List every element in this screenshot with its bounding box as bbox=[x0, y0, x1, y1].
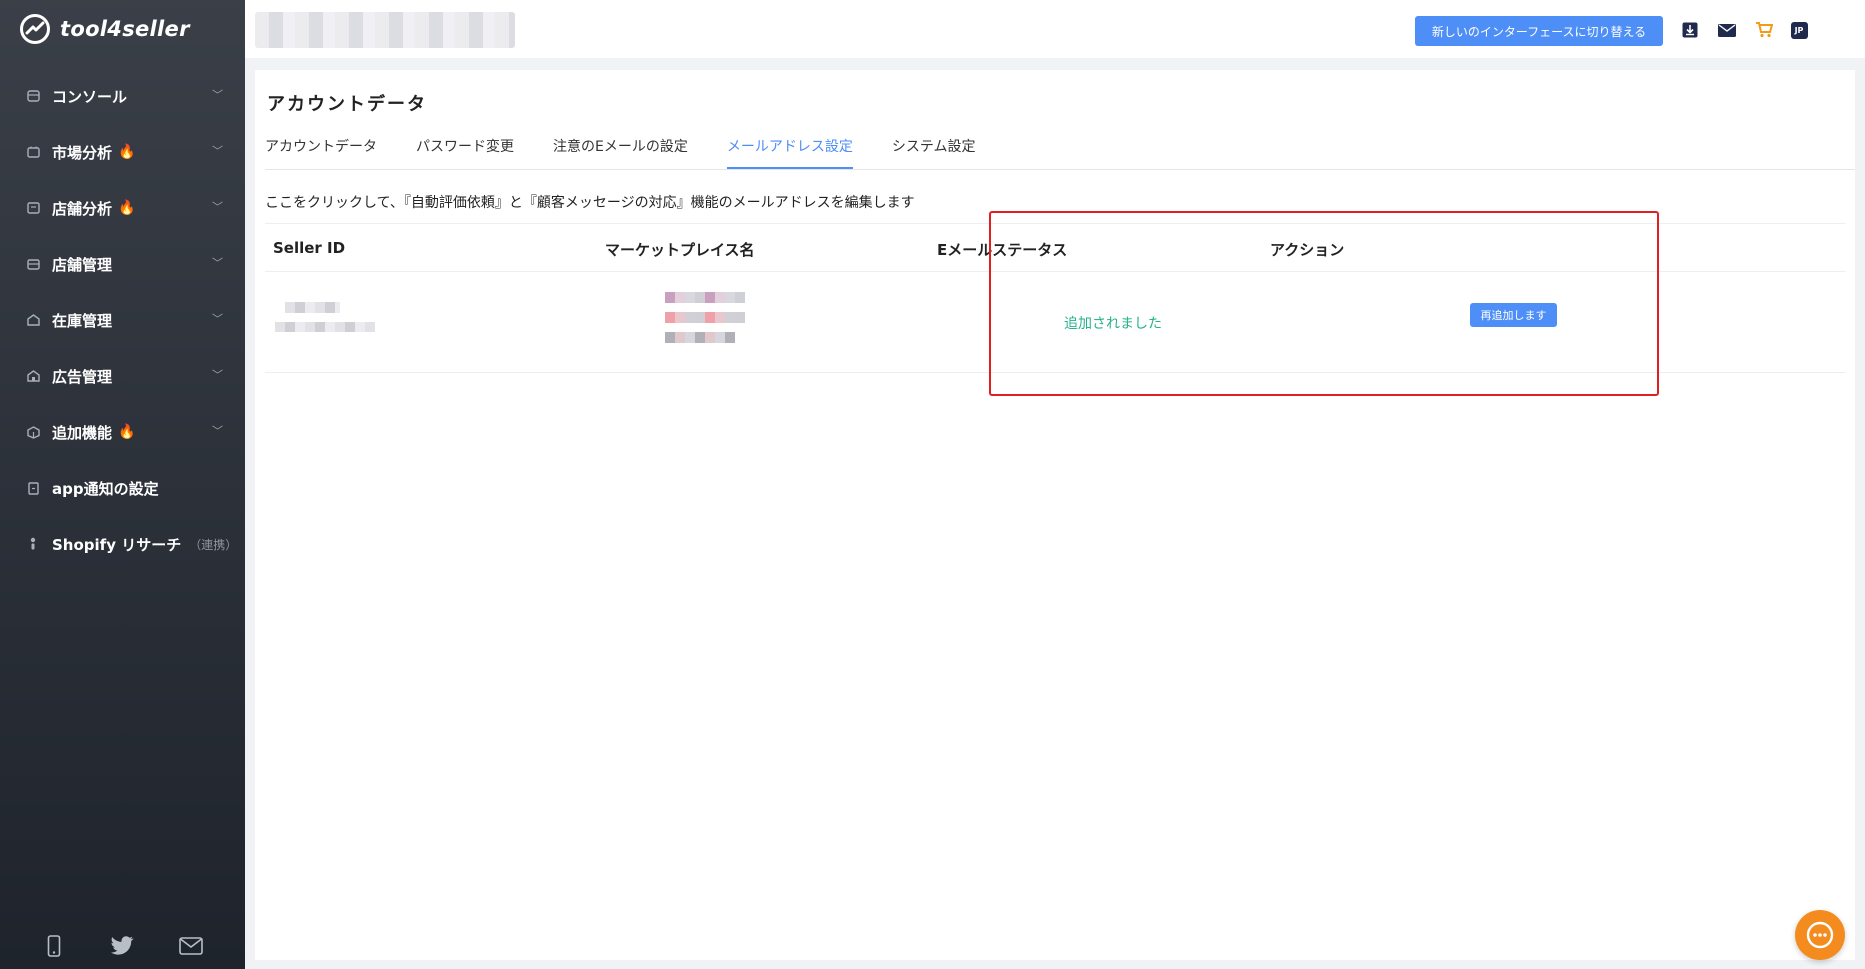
ads-icon bbox=[26, 369, 40, 383]
shopify-icon bbox=[26, 537, 40, 551]
sidebar-item-label: 店舗分析 bbox=[52, 199, 113, 218]
redacted-seller-id bbox=[285, 302, 340, 313]
redacted-seller-id bbox=[275, 322, 375, 332]
description-text: ここをクリックして、『自動評価依頼』と『顧客メッセージの対応』機能のメールアドレ… bbox=[265, 195, 915, 211]
redacted-marketplace bbox=[665, 312, 745, 323]
sidebar-nav: コンソール ﹀ 市場分析 🔥 ﹀ 店舗分析 🔥 ﹀ 店舗管理 ﹀ 在庫管理 ﹀ … bbox=[0, 68, 245, 572]
tab-account-data[interactable]: アカウントデータ bbox=[265, 136, 377, 169]
sidebar-item-label: 店舗管理 bbox=[52, 255, 113, 274]
sidebar-item-inventory[interactable]: 在庫管理 ﹀ bbox=[0, 292, 245, 348]
column-header-action: アクション bbox=[1270, 241, 1345, 259]
top-bar: 新しいのインターフェースに切り替える JP bbox=[245, 0, 1865, 58]
chevron-down-icon: ﹀ bbox=[212, 312, 223, 326]
sidebar-item-console[interactable]: コンソール ﹀ bbox=[0, 68, 245, 124]
readd-button[interactable]: 再追加します bbox=[1470, 303, 1557, 327]
chat-button[interactable] bbox=[1795, 910, 1845, 960]
page-title: アカウントデータ bbox=[267, 94, 427, 115]
tab-email-address-settings[interactable]: メールアドレス設定 bbox=[726, 136, 853, 169]
redacted-marketplace bbox=[665, 292, 745, 303]
column-header-marketplace: マーケットプレイス名 bbox=[605, 241, 755, 259]
app-notify-icon bbox=[26, 481, 40, 495]
chevron-down-icon: ﹀ bbox=[212, 200, 223, 214]
chevron-down-icon: ﹀ bbox=[212, 424, 223, 438]
tab-system-settings[interactable]: システム設定 bbox=[892, 136, 976, 169]
sidebar-item-label: コンソール bbox=[52, 87, 128, 106]
table-header: Seller ID マーケットプレイス名 Eメールステータス アクション bbox=[265, 223, 1845, 272]
table-row: 追加されました 再追加します bbox=[265, 272, 1845, 373]
sidebar-item-market-analysis[interactable]: 市場分析 🔥 ﹀ bbox=[0, 124, 245, 180]
sidebar-item-app-notify[interactable]: app通知の設定 bbox=[0, 460, 245, 516]
redacted-store-name bbox=[255, 12, 515, 48]
cart-icon[interactable] bbox=[1754, 20, 1774, 40]
email-status: 追加されました bbox=[1064, 316, 1162, 332]
chevron-down-icon: ﹀ bbox=[212, 368, 223, 382]
logo-mark-icon bbox=[20, 14, 50, 44]
sidebar-item-label: 追加機能 bbox=[52, 423, 113, 442]
sidebar-item-label: 市場分析 bbox=[52, 143, 113, 162]
sidebar-footer bbox=[0, 931, 245, 961]
language-badge: JP bbox=[1790, 21, 1808, 39]
twitter-icon[interactable] bbox=[107, 931, 137, 961]
store-manage-icon bbox=[26, 257, 40, 271]
chevron-down-icon: ﹀ bbox=[212, 88, 223, 102]
sidebar: tool4seller コンソール ﹀ 市場分析 🔥 ﹀ 店舗分析 🔥 ﹀ 店舗… bbox=[0, 0, 245, 969]
inventory-icon bbox=[26, 313, 40, 327]
column-header-seller-id: Seller ID bbox=[273, 239, 346, 257]
store-analysis-icon bbox=[26, 201, 40, 215]
jp-language-icon[interactable]: JP bbox=[1789, 20, 1809, 40]
sidebar-item-addon[interactable]: 追加機能 🔥 ﹀ bbox=[0, 404, 245, 460]
phone-icon[interactable] bbox=[39, 931, 69, 961]
addon-icon bbox=[26, 425, 40, 439]
tab-bar: アカウントデータ パスワード変更 注意のEメールの設定 メールアドレス設定 シス… bbox=[265, 136, 1855, 170]
tab-alert-email-settings[interactable]: 注意のEメールの設定 bbox=[553, 136, 688, 169]
redacted-marketplace bbox=[665, 332, 735, 343]
sidebar-item-ads[interactable]: 広告管理 ﹀ bbox=[0, 348, 245, 404]
chevron-down-icon: ﹀ bbox=[212, 256, 223, 270]
hot-flame-icon: 🔥 bbox=[118, 144, 136, 160]
switch-interface-button[interactable]: 新しいのインターフェースに切り替える bbox=[1415, 16, 1663, 46]
chevron-down-icon: ﹀ bbox=[212, 144, 223, 158]
sidebar-item-label: 在庫管理 bbox=[52, 311, 113, 330]
sidebar-item-label: 広告管理 bbox=[52, 367, 113, 386]
mail-icon[interactable] bbox=[176, 931, 206, 961]
sidebar-item-store-analysis[interactable]: 店舗分析 🔥 ﹀ bbox=[0, 180, 245, 236]
sidebar-item-label: Shopify リサーチ bbox=[52, 535, 182, 554]
market-icon bbox=[26, 145, 40, 159]
sidebar-item-shopify[interactable]: Shopify リサーチ （連携） bbox=[0, 516, 245, 572]
logo[interactable]: tool4seller bbox=[0, 0, 245, 58]
sidebar-item-label: app通知の設定 bbox=[52, 479, 159, 498]
main-panel: アカウントデータ アカウントデータ パスワード変更 注意のEメールの設定 メール… bbox=[255, 70, 1855, 960]
console-icon bbox=[26, 89, 40, 103]
column-header-email-status: Eメールステータス bbox=[937, 241, 1068, 259]
download-icon[interactable] bbox=[1680, 20, 1700, 40]
mail-icon[interactable] bbox=[1717, 20, 1737, 40]
tab-password-change[interactable]: パスワード変更 bbox=[416, 136, 514, 169]
logo-text: tool4seller bbox=[60, 17, 190, 41]
chat-bubble-icon bbox=[1806, 921, 1834, 949]
email-table: Seller ID マーケットプレイス名 Eメールステータス アクション 追加さ… bbox=[265, 223, 1845, 373]
sidebar-item-store-management[interactable]: 店舗管理 ﹀ bbox=[0, 236, 245, 292]
hot-flame-icon: 🔥 bbox=[118, 424, 136, 440]
hot-flame-icon: 🔥 bbox=[118, 200, 136, 216]
sidebar-item-sublabel: （連携） bbox=[189, 537, 238, 552]
